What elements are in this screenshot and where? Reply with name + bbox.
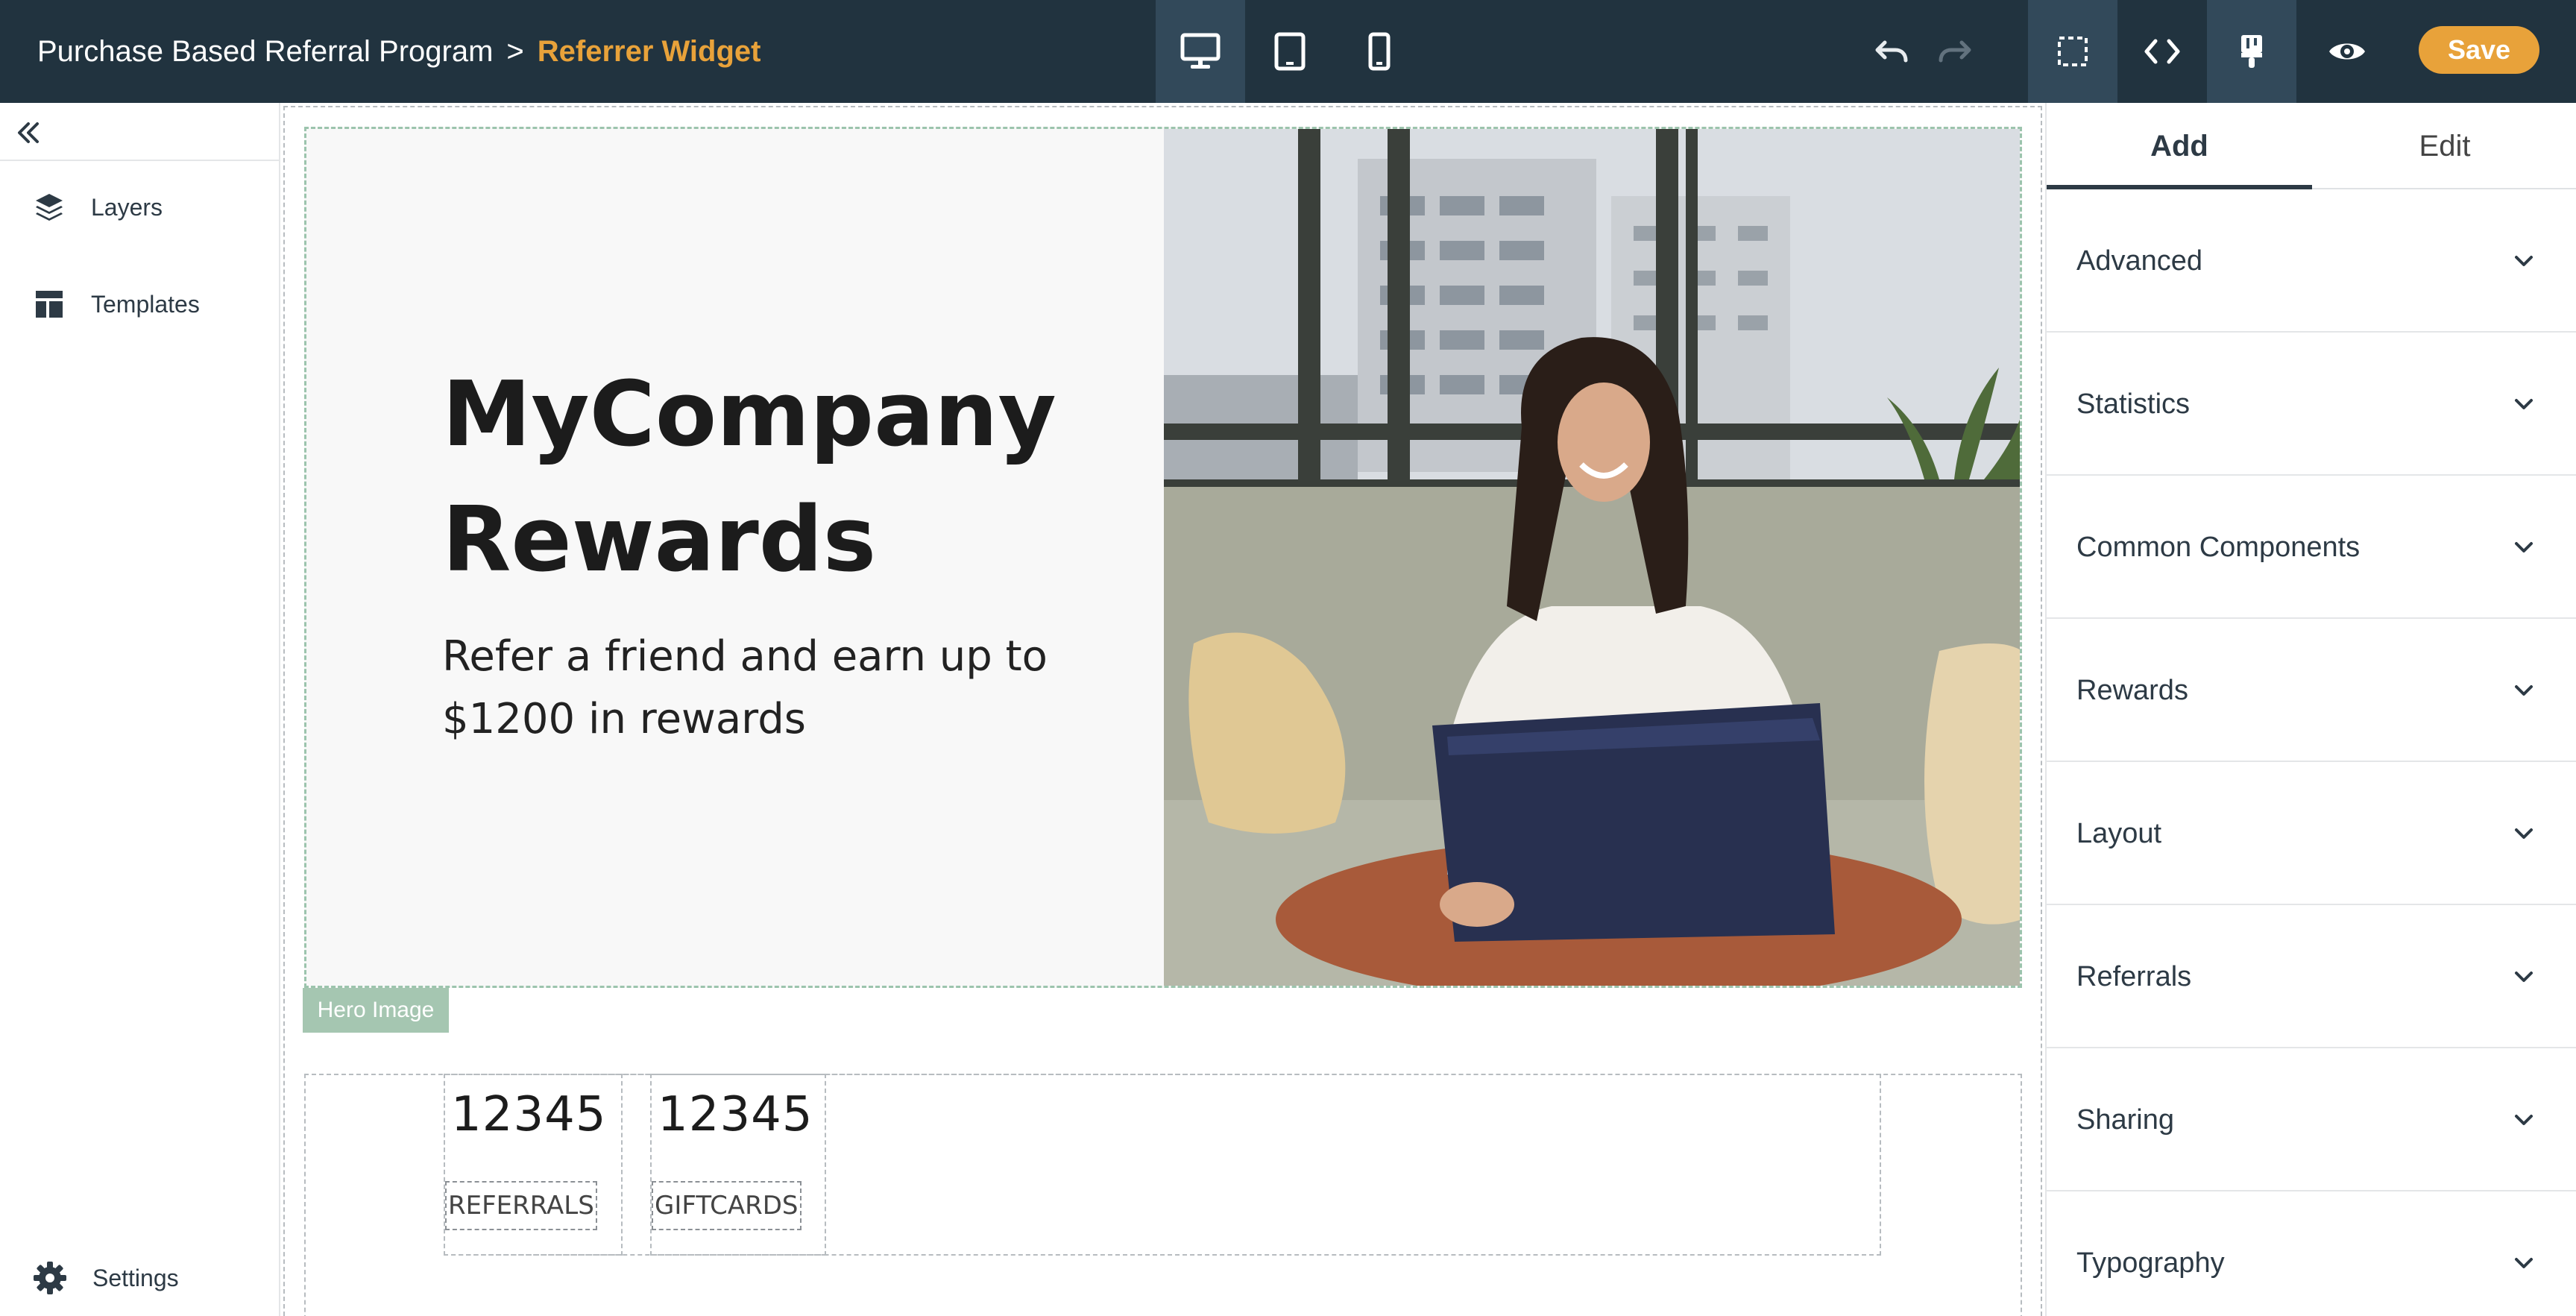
- select-icon: [2058, 37, 2088, 66]
- chevron-down-icon: [2515, 399, 2533, 409]
- sidebar-item-label: Layers: [91, 193, 163, 221]
- right-panel: Add Edit Advanced Statistics Common Comp…: [2045, 103, 2576, 1316]
- chevron-down-icon: [2515, 972, 2533, 982]
- section-label: Referrals: [2076, 960, 2192, 992]
- section-label: Rewards: [2076, 674, 2188, 706]
- section-statistics[interactable]: Statistics: [2047, 333, 2576, 476]
- tablet-view-button[interactable]: [1245, 0, 1335, 103]
- section-label: Sharing: [2076, 1104, 2174, 1136]
- select-mode-button[interactable]: [2028, 0, 2117, 103]
- collapse-sidebar-icon[interactable]: [13, 118, 43, 148]
- sidebar-item-label: Templates: [91, 290, 200, 318]
- chevron-down-icon: [2515, 828, 2533, 839]
- left-sidebar: Layers Templates Settings: [0, 103, 280, 1316]
- section-label: Typography: [2076, 1247, 2225, 1279]
- desktop-view-button[interactable]: [1156, 0, 1245, 103]
- desktop-icon: [1180, 33, 1221, 69]
- sidebar-item-templates[interactable]: Templates: [33, 282, 200, 327]
- tablet-icon: [1274, 32, 1306, 71]
- mobile-view-button[interactable]: [1335, 0, 1424, 103]
- sidebar-divider: [0, 160, 280, 161]
- hero-section[interactable]: MyCompany Rewards Refer a friend and ear…: [304, 127, 2022, 988]
- chevron-down-icon: [2515, 1258, 2533, 1268]
- layers-icon: [36, 194, 63, 221]
- hero-text-block[interactable]: MyCompany Rewards Refer a friend and ear…: [442, 353, 1113, 751]
- tab-edit[interactable]: Edit: [2312, 103, 2576, 189]
- sidebar-item-settings[interactable]: Settings: [33, 1256, 179, 1300]
- section-rewards[interactable]: Rewards: [2047, 619, 2576, 762]
- section-advanced[interactable]: Advanced: [2047, 189, 2576, 333]
- gear-icon: [34, 1262, 66, 1294]
- section-sharing[interactable]: Sharing: [2047, 1048, 2576, 1191]
- section-typography[interactable]: Typography: [2047, 1191, 2576, 1316]
- section-referrals[interactable]: Referrals: [2047, 905, 2576, 1048]
- breadcrumb: Purchase Based Referral Program > Referr…: [37, 0, 760, 103]
- chevron-down-icon: [2515, 542, 2533, 552]
- code-view-button[interactable]: [2117, 0, 2207, 103]
- mobile-icon: [1368, 32, 1391, 71]
- breadcrumb-separator: >: [506, 34, 524, 68]
- redo-icon: [1939, 40, 1971, 63]
- brush-icon: [2241, 35, 2262, 68]
- stat-value[interactable]: 12345: [451, 1087, 607, 1142]
- style-manager-button[interactable]: [2207, 0, 2296, 103]
- hero-title[interactable]: MyCompany Rewards: [442, 353, 1113, 603]
- breadcrumb-parent[interactable]: Purchase Based Referral Program: [37, 35, 493, 69]
- section-layout[interactable]: Layout: [2047, 762, 2576, 905]
- preview-button[interactable]: [2302, 0, 2392, 103]
- panel-tabs: Add Edit: [2047, 103, 2576, 189]
- chevron-down-icon: [2515, 685, 2533, 696]
- sidebar-item-layers[interactable]: Layers: [33, 185, 163, 230]
- settings-label: Settings: [92, 1264, 179, 1291]
- code-icon: [2144, 39, 2180, 64]
- stat-block-referrals[interactable]: 12345 REFERRALS: [444, 1074, 623, 1256]
- section-label: Common Components: [2076, 531, 2361, 563]
- section-common-components[interactable]: Common Components: [2047, 476, 2576, 619]
- templates-icon: [36, 291, 63, 318]
- chevron-down-icon: [2515, 256, 2533, 266]
- stat-value[interactable]: 12345: [658, 1087, 813, 1142]
- section-label: Advanced: [2076, 245, 2203, 277]
- redo-button[interactable]: [1910, 0, 2000, 103]
- stat-label[interactable]: REFERRALS: [445, 1181, 597, 1230]
- section-label: Statistics: [2076, 388, 2191, 420]
- hero-subtitle[interactable]: Refer a friend and earn up to $1200 in r…: [442, 626, 1113, 751]
- eye-icon: [2329, 43, 2365, 60]
- undo-icon: [1875, 40, 1908, 63]
- section-label: Layout: [2076, 817, 2162, 849]
- hero-image-tag: Hero Image: [303, 988, 449, 1033]
- top-bar: Purchase Based Referral Program > Referr…: [0, 0, 2576, 103]
- stat-label[interactable]: GIFTCARDS: [652, 1181, 802, 1230]
- tab-add[interactable]: Add: [2047, 103, 2312, 189]
- hero-image[interactable]: [1164, 129, 2022, 988]
- save-button[interactable]: Save: [2419, 26, 2539, 74]
- breadcrumb-current: Referrer Widget: [537, 34, 761, 68]
- chevron-down-icon: [2515, 1115, 2533, 1125]
- stat-block-giftcards[interactable]: 12345 GIFTCARDS: [650, 1074, 826, 1256]
